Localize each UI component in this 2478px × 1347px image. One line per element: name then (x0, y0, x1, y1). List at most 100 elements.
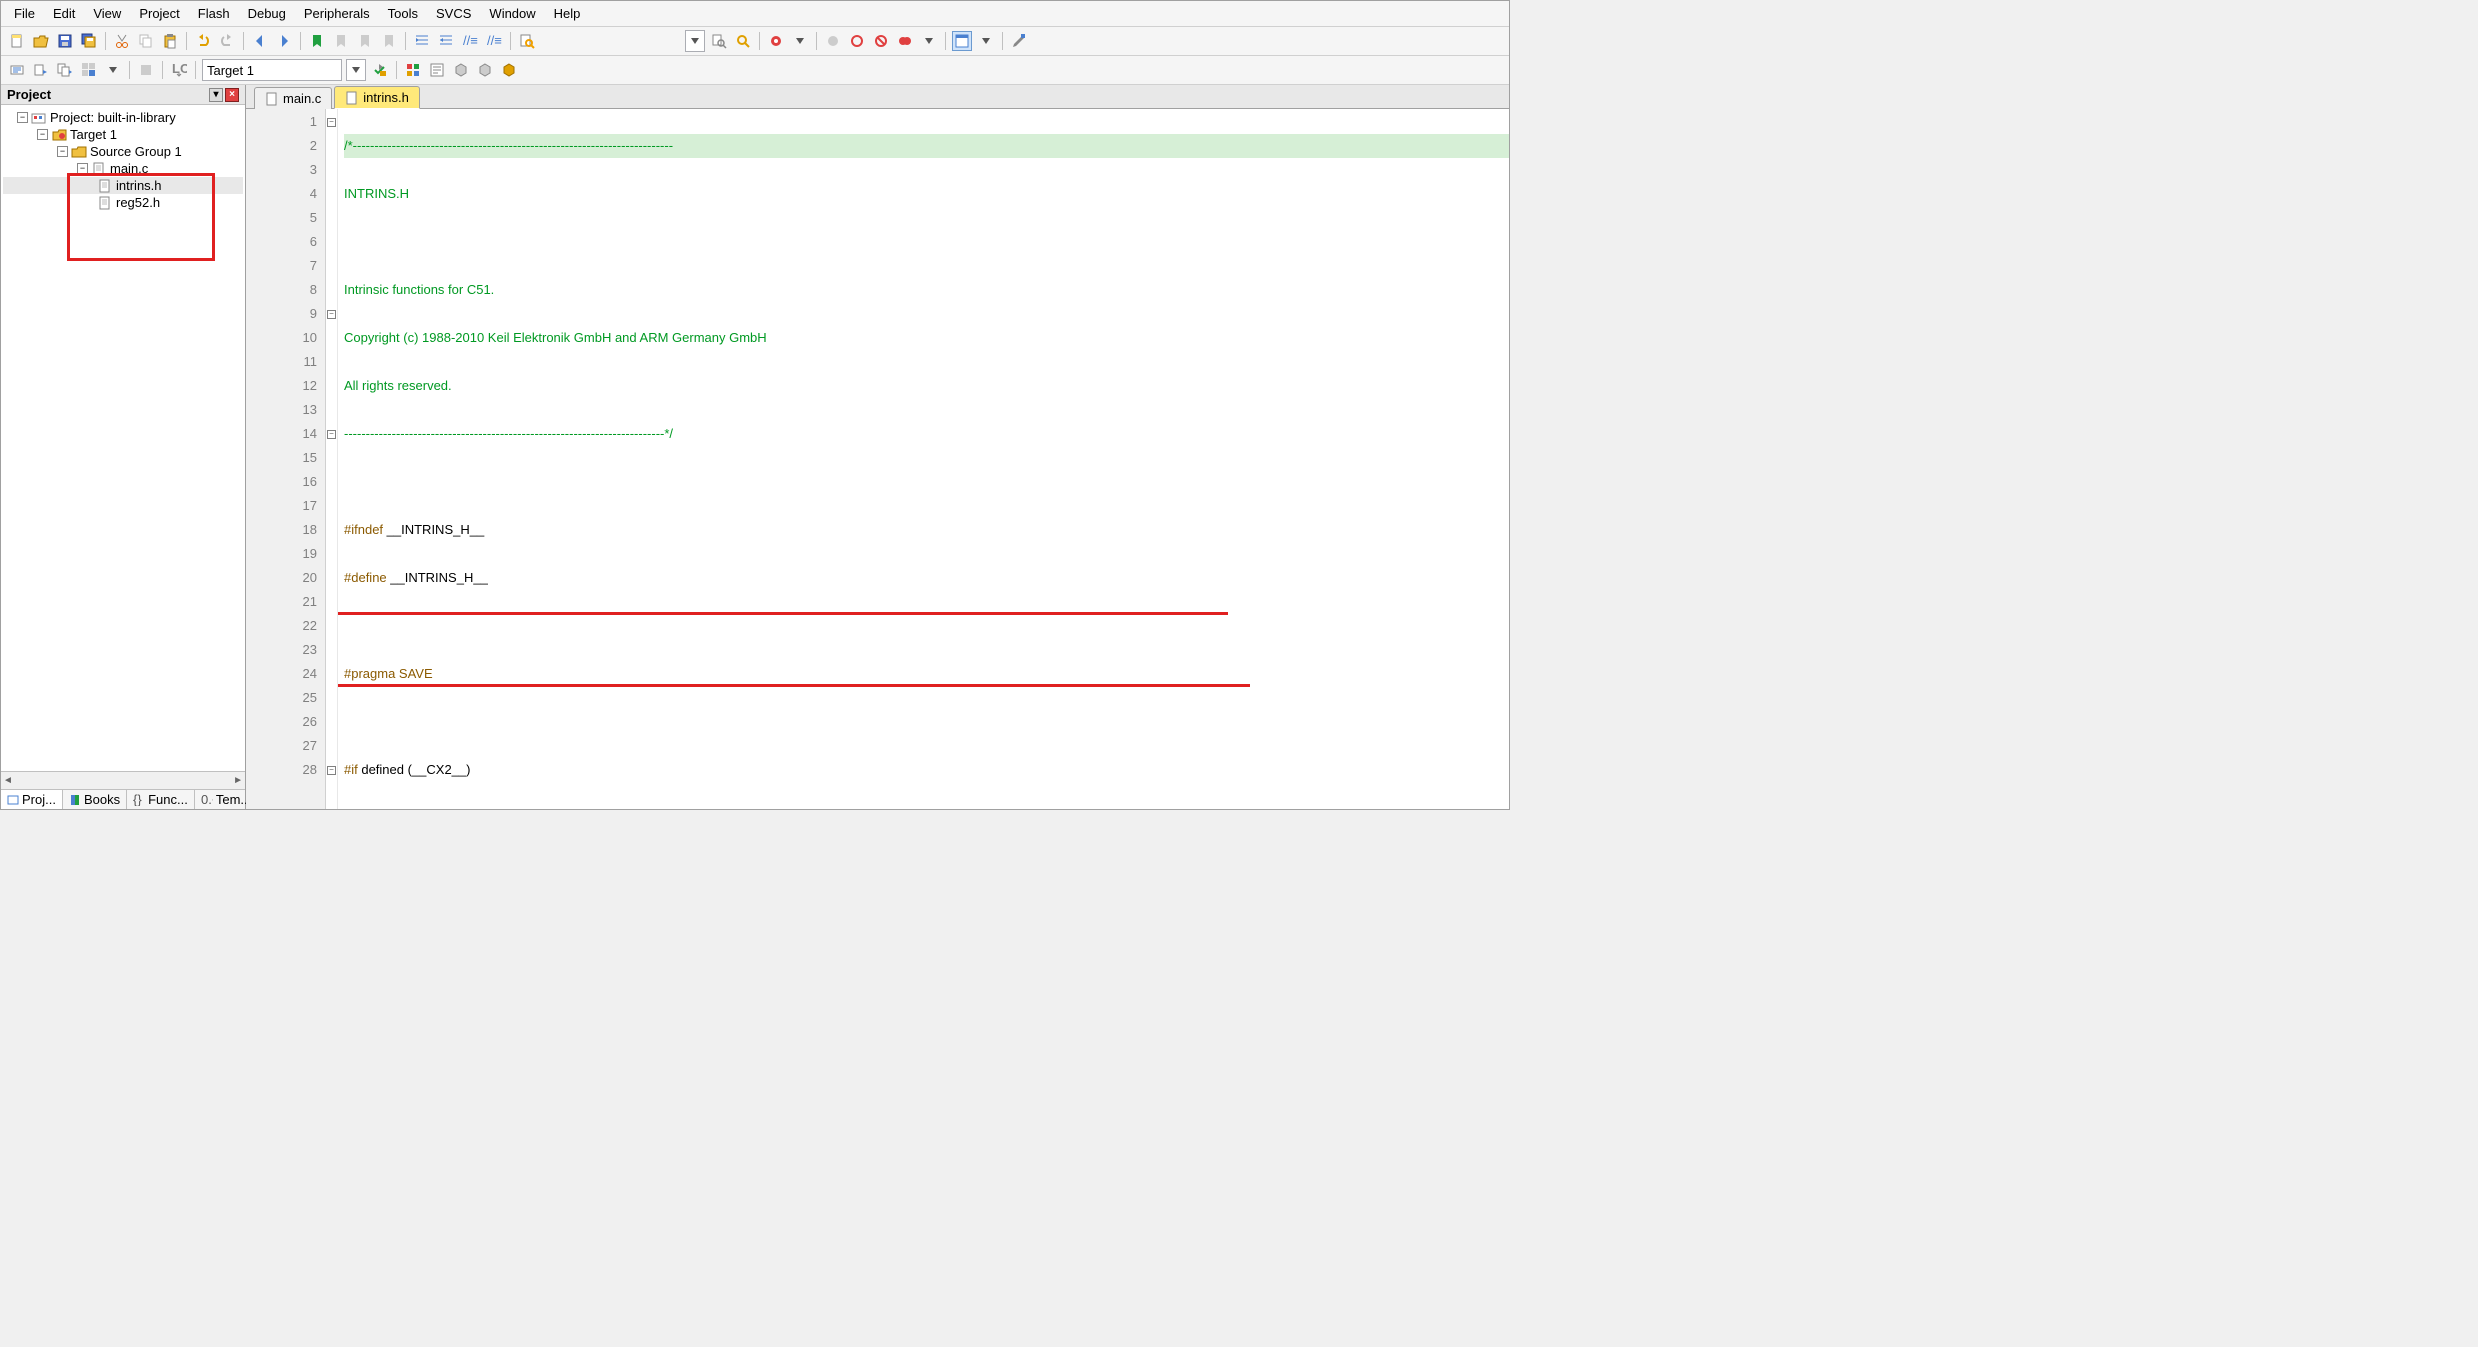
menu-debug[interactable]: Debug (239, 3, 295, 24)
bottom-tab-project[interactable]: Proj... (1, 790, 63, 809)
translate-button[interactable] (7, 60, 27, 80)
open-file-button[interactable] (31, 31, 51, 51)
tree-project-root[interactable]: − Project: built-in-library (3, 109, 243, 126)
menu-flash[interactable]: Flash (189, 3, 239, 24)
tree-file-intrinsh[interactable]: intrins.h (3, 177, 243, 194)
bottom-tab-books[interactable]: Books (63, 790, 127, 809)
collapse-icon[interactable]: − (17, 112, 28, 123)
save-button[interactable] (55, 31, 75, 51)
nav-forward-button[interactable] (274, 31, 294, 51)
menu-view[interactable]: View (84, 3, 130, 24)
paste-button[interactable] (160, 31, 180, 51)
line-number-gutter: 1234567 891011121314 15161718192021 2223… (246, 109, 326, 809)
collapse-icon[interactable]: − (77, 163, 88, 174)
editor-tab-intrinsh[interactable]: intrins.h (334, 86, 420, 109)
pack-installer-button[interactable] (499, 60, 519, 80)
tree-file-reg52h[interactable]: reg52.h (3, 194, 243, 211)
breakpoint-dropdown[interactable] (919, 31, 939, 51)
project-panel-titlebar: Project ▾ × (1, 85, 245, 105)
menu-peripherals[interactable]: Peripherals (295, 3, 379, 24)
tab-label: Func... (148, 792, 188, 807)
new-file-button[interactable] (7, 31, 27, 51)
bookmark-next-button[interactable] (355, 31, 375, 51)
scroll-left-icon[interactable]: ◄ (3, 775, 13, 786)
menu-window[interactable]: Window (480, 3, 544, 24)
undo-button[interactable] (193, 31, 213, 51)
collapse-icon[interactable]: − (37, 129, 48, 140)
toolbar-main: //≡ //≡ (1, 27, 1509, 56)
download-button[interactable]: LOAD (169, 60, 189, 80)
project-tree[interactable]: − Project: built-in-library − Target 1 −… (1, 105, 245, 771)
target-select[interactable]: Target 1 (202, 59, 342, 81)
scroll-right-icon[interactable]: ► (233, 775, 243, 786)
project-bottom-tabs: Proj... Books {}Func... 0.+Tem... (1, 789, 245, 809)
menu-svcs[interactable]: SVCS (427, 3, 480, 24)
debug-dropdown[interactable] (790, 31, 810, 51)
tree-target[interactable]: − Target 1 (3, 126, 243, 143)
select-packs-button[interactable] (475, 60, 495, 80)
bookmark-clear-button[interactable] (379, 31, 399, 51)
window-layout-button[interactable] (952, 31, 972, 51)
toolbar-separator (195, 61, 196, 79)
build-button[interactable] (31, 60, 51, 80)
rebuild-button[interactable] (55, 60, 75, 80)
fold-toggle-icon[interactable]: − (327, 766, 336, 775)
uncomment-button[interactable]: //≡ (484, 31, 504, 51)
project-panel-title: Project (7, 87, 51, 102)
svg-text:0.+: 0.+ (201, 794, 213, 806)
collapse-icon[interactable]: − (57, 146, 68, 157)
fold-toggle-icon[interactable]: − (327, 118, 336, 127)
fold-column[interactable]: − − − − (326, 109, 338, 809)
highlight-annotation-line (338, 684, 1250, 687)
file-icon (265, 92, 279, 106)
fold-toggle-icon[interactable]: − (327, 310, 336, 319)
indent-button[interactable] (412, 31, 432, 51)
editor-area: main.c intrins.h 1234567 891011121314 15… (246, 85, 1509, 809)
debug-button[interactable] (766, 31, 786, 51)
bottom-tab-functions[interactable]: {}Func... (127, 790, 195, 809)
breakpoint-disable-button[interactable] (871, 31, 891, 51)
code-editor[interactable]: 1234567 891011121314 15161718192021 2223… (246, 109, 1509, 809)
window-dropdown[interactable] (976, 31, 996, 51)
breakpoint-enable-button[interactable] (847, 31, 867, 51)
code-content[interactable]: /*--------------------------------------… (338, 109, 1509, 809)
save-all-button[interactable] (79, 31, 99, 51)
bookmark-prev-button[interactable] (331, 31, 351, 51)
panel-close-icon[interactable]: × (225, 88, 239, 102)
menu-edit[interactable]: Edit (44, 3, 84, 24)
menu-help[interactable]: Help (545, 3, 590, 24)
panel-pin-icon[interactable]: ▾ (209, 88, 223, 102)
find-dropdown[interactable] (685, 30, 705, 52)
tree-file-mainc[interactable]: − main.c (3, 160, 243, 177)
menu-tools[interactable]: Tools (379, 3, 427, 24)
target-select-dropdown[interactable] (346, 59, 366, 81)
manage-components-button[interactable] (403, 60, 423, 80)
fold-toggle-icon[interactable]: − (327, 430, 336, 439)
file-extensions-button[interactable] (427, 60, 447, 80)
editor-tab-mainc[interactable]: main.c (254, 87, 332, 109)
incremental-find-button[interactable] (733, 31, 753, 51)
menu-file[interactable]: File (5, 3, 44, 24)
configure-button[interactable] (1009, 31, 1029, 51)
comment-button[interactable]: //≡ (460, 31, 480, 51)
batch-build-button[interactable] (79, 60, 99, 80)
nav-back-button[interactable] (250, 31, 270, 51)
find-button[interactable] (709, 31, 729, 51)
tree-source-group[interactable]: − Source Group 1 (3, 143, 243, 160)
bookmark-toggle-button[interactable] (307, 31, 327, 51)
cut-button[interactable] (112, 31, 132, 51)
svg-text://≡: //≡ (487, 33, 502, 48)
find-in-files-button[interactable] (517, 31, 537, 51)
redo-button[interactable] (217, 31, 237, 51)
manage-packs-button[interactable] (451, 60, 471, 80)
breakpoint-insert-button[interactable] (823, 31, 843, 51)
batch-dropdown[interactable] (103, 60, 123, 80)
stop-build-button[interactable] (136, 60, 156, 80)
copy-button[interactable] (136, 31, 156, 51)
toolbar-separator (129, 61, 130, 79)
project-hscroll[interactable]: ◄► (1, 771, 245, 789)
menu-project[interactable]: Project (130, 3, 188, 24)
options-target-button[interactable] (370, 60, 390, 80)
breakpoint-kill-button[interactable] (895, 31, 915, 51)
outdent-button[interactable] (436, 31, 456, 51)
